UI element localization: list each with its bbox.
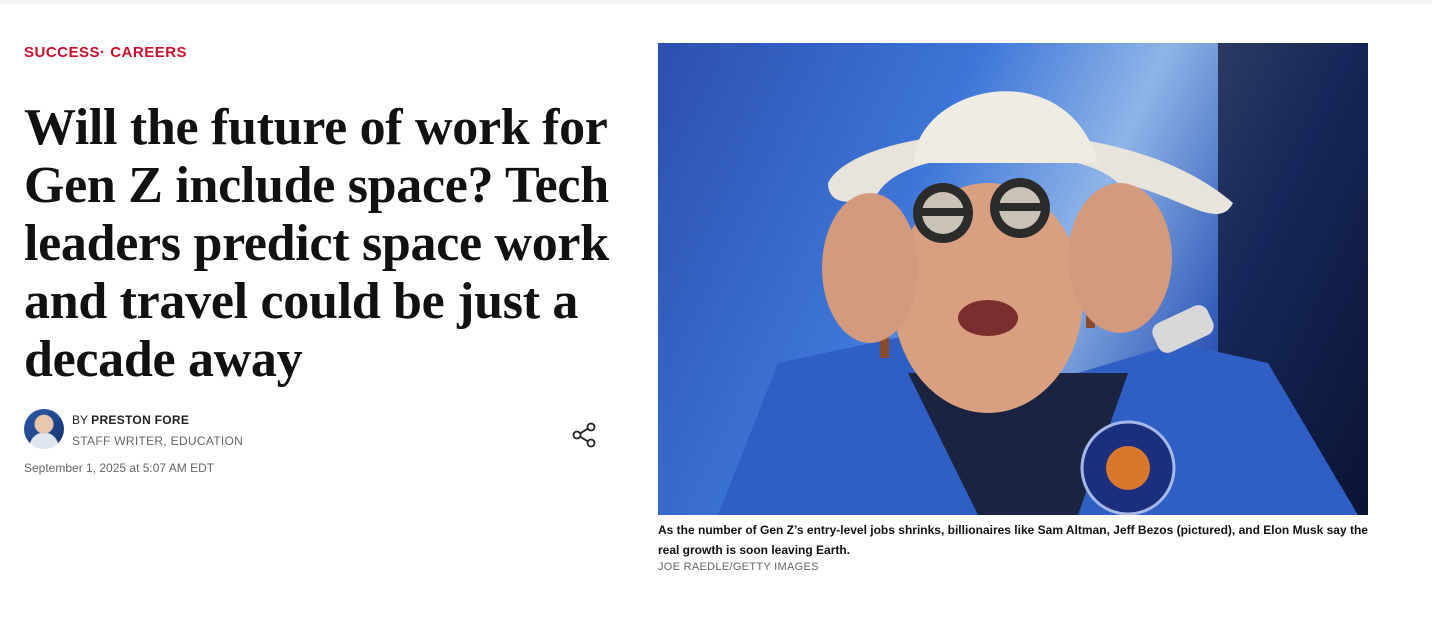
author-name-link[interactable]: PRESTON FORE [91, 413, 189, 427]
headline: Will the future of work for Gen Z includ… [24, 99, 609, 388]
breadcrumb-section-link[interactable]: SUCCESS [24, 44, 100, 61]
image-caption: As the number of Gen Z’s entry-level job… [658, 523, 1368, 557]
author-avatar[interactable] [24, 409, 64, 449]
author-role: STAFF WRITER, EDUCATION [72, 434, 244, 448]
byline-prefix: BY [72, 413, 88, 427]
image-credit: JOE RAEDLE/GETTY IMAGES [658, 561, 819, 573]
byline: BY PRESTON FORE STAFF WRITER, EDUCATION [24, 409, 614, 453]
photo-illustration [718, 43, 1368, 515]
breadcrumb-separator: · [100, 44, 111, 61]
top-bar [0, 0, 1432, 4]
breadcrumb: SUCCESS· CAREERS [24, 44, 614, 61]
publish-date: September 1, 2025 at 5:07 AM EDT [24, 461, 215, 475]
breadcrumb-subsection-link[interactable]: CAREERS [110, 44, 187, 61]
article-photo [658, 43, 1368, 515]
author-line: BY PRESTON FORE [72, 413, 189, 427]
article-header: SUCCESS· CAREERS Will the future of work… [24, 44, 614, 475]
share-icon[interactable] [572, 422, 598, 448]
